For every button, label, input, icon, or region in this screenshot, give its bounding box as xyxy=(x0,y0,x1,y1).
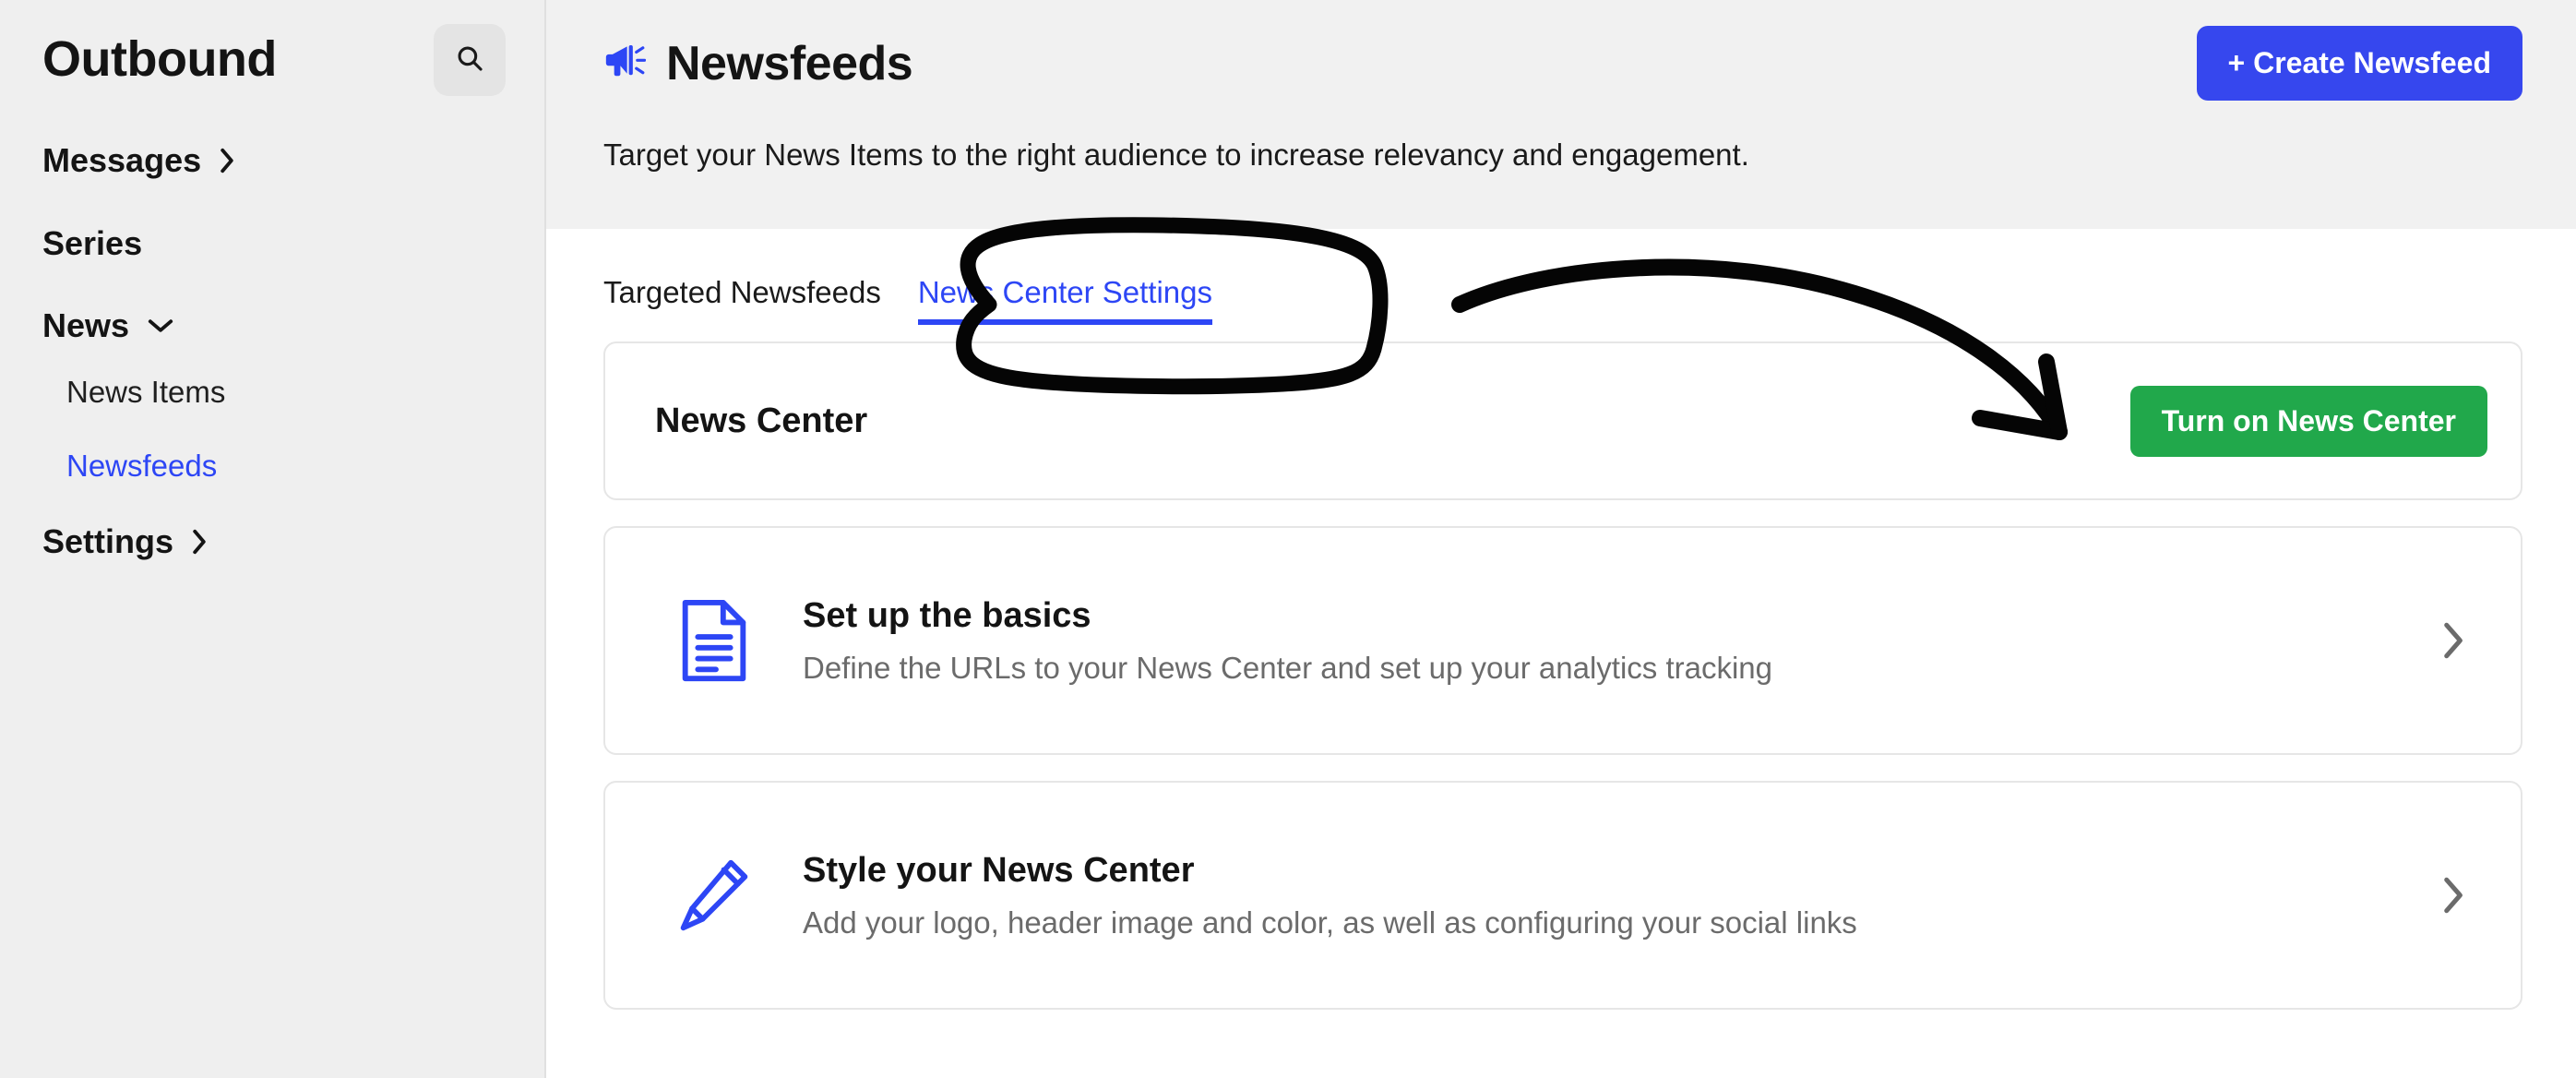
page-subtitle: Target your News Items to the right audi… xyxy=(603,138,1749,172)
setup-basics-card[interactable]: Set up the basics Define the URLs to you… xyxy=(603,526,2522,755)
chevron-right-icon xyxy=(188,527,210,557)
card-title: Style your News Center xyxy=(803,850,1195,890)
tab-label: News Center Settings xyxy=(917,275,1212,309)
tab-news-center-settings[interactable]: News Center Settings xyxy=(917,275,1213,325)
sidebar-item-series[interactable]: Series xyxy=(42,223,502,262)
sidebar-subitem-label: News Items xyxy=(66,374,226,409)
style-news-center-card[interactable]: Style your News Center Add your logo, he… xyxy=(603,781,2522,1010)
sidebar-item-label: Settings xyxy=(42,522,174,561)
sidebar-item-label: Series xyxy=(42,223,143,262)
sidebar-item-news-items[interactable]: News Items xyxy=(66,374,502,409)
brand-title: Outbound xyxy=(42,31,277,88)
sidebar-subitem-label: Newsfeeds xyxy=(66,449,218,484)
document-icon xyxy=(670,597,758,684)
chevron-right-icon[interactable] xyxy=(2425,874,2480,916)
sidebar-item-label: Messages xyxy=(42,141,202,179)
page-title: Newsfeeds xyxy=(666,36,913,90)
sidebar-header: Outbound xyxy=(0,0,544,96)
sidebar-item-label: News xyxy=(42,306,130,345)
style-news-center-text: Style your News Center Add your logo, he… xyxy=(803,851,2425,940)
app-root: Outbound Messages Series News News Items… xyxy=(0,0,2576,1078)
create-newsfeed-button[interactable]: + Create Newsfeed xyxy=(2196,26,2522,101)
card-description: Add your logo, header image and color, a… xyxy=(803,904,1857,940)
sidebar-item-messages[interactable]: Messages xyxy=(42,142,502,179)
sidebar-item-settings[interactable]: Settings xyxy=(42,523,502,560)
page-header: Newsfeeds + Create Newsfeed Target your … xyxy=(546,0,2576,229)
cards-container: News Center Turn on News Center Set up t xyxy=(546,325,2576,1010)
card-title: Set up the basics xyxy=(803,595,1091,635)
sidebar: Outbound Messages Series News News Items… xyxy=(0,0,546,1078)
title-row: Newsfeeds + Create Newsfeed xyxy=(603,26,2522,101)
tab-label: Targeted Newsfeeds xyxy=(603,275,881,309)
sidebar-item-newsfeeds[interactable]: Newsfeeds xyxy=(66,449,502,483)
title-left-group: Newsfeeds xyxy=(603,36,913,91)
tab-bar: Targeted Newsfeeds News Center Settings xyxy=(546,229,2576,325)
search-icon xyxy=(454,42,485,78)
sidebar-subnav-news: News Items Newsfeeds xyxy=(42,374,502,484)
turn-on-news-center-button[interactable]: Turn on News Center xyxy=(2129,385,2487,457)
setup-basics-text: Set up the basics Define the URLs to you… xyxy=(803,596,2425,686)
chevron-down-icon xyxy=(146,316,175,336)
news-center-heading: News Center xyxy=(655,401,868,440)
megaphone-icon xyxy=(603,42,647,84)
card-description: Define the URLs to your News Center and … xyxy=(803,650,1773,685)
pencil-icon xyxy=(670,854,758,937)
sidebar-item-news[interactable]: News xyxy=(42,307,502,344)
news-center-card: News Center Turn on News Center xyxy=(603,341,2522,500)
sidebar-nav: Messages Series News News Items Newsfeed… xyxy=(0,142,544,560)
chevron-right-icon[interactable] xyxy=(2425,619,2480,662)
chevron-right-icon xyxy=(216,146,238,175)
search-button[interactable] xyxy=(434,24,506,96)
tab-targeted-newsfeeds[interactable]: Targeted Newsfeeds xyxy=(603,275,881,325)
main-content: Newsfeeds + Create Newsfeed Target your … xyxy=(546,0,2576,1078)
